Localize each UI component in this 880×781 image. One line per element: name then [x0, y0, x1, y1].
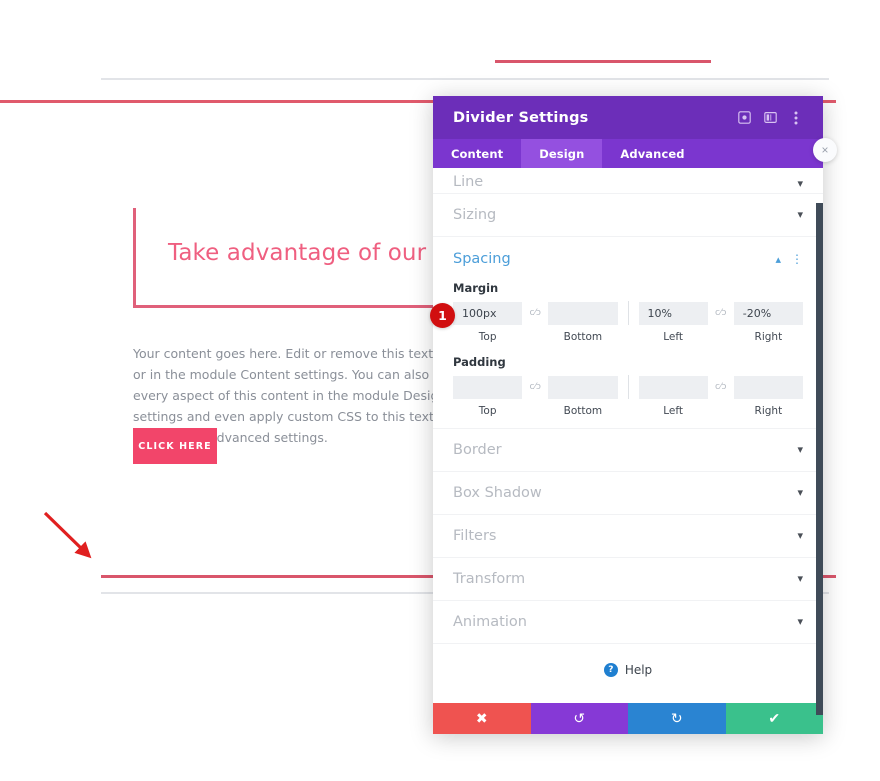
help-icon: ?: [603, 663, 618, 677]
section-spacing-header[interactable]: Spacing ▴ ⋮: [433, 237, 823, 281]
padding-divider: [627, 375, 629, 399]
margin-inputs: c⁄ɔ c⁄ɔ: [453, 301, 803, 325]
help-label: Help: [624, 663, 653, 677]
section-spacing: Spacing ▴ ⋮ Margin c⁄ɔ: [433, 237, 823, 429]
save-button[interactable]: ✔: [725, 703, 823, 734]
margin-bottom-input[interactable]: [548, 301, 618, 325]
focus-icon[interactable]: [731, 105, 757, 131]
tab-content[interactable]: Content: [433, 139, 521, 168]
padding-labels: Top Bottom Left Right: [453, 403, 803, 417]
section-sizing-label: Sizing: [453, 207, 497, 223]
section-box-shadow[interactable]: Box Shadow ▾: [433, 472, 823, 515]
margin-top-input[interactable]: [453, 301, 523, 325]
margin-left-input[interactable]: [638, 301, 708, 325]
annotation-arrow-icon: [43, 511, 92, 559]
section-box-shadow-label: Box Shadow: [453, 485, 542, 501]
section-animation-label: Animation: [453, 614, 527, 630]
section-filters-label: Filters: [453, 528, 497, 544]
margin-link-vertical-icon[interactable]: c⁄ɔ: [522, 308, 548, 318]
margin-right-label: Right: [754, 331, 783, 343]
margin-right-input[interactable]: [733, 301, 803, 325]
tab-design[interactable]: Design: [521, 139, 603, 168]
margin-bottom-label: Bottom: [563, 331, 603, 343]
modal-footer: ✖ ↺ ↻ ✔: [433, 703, 823, 734]
padding-link-horizontal-icon[interactable]: c⁄ɔ: [708, 382, 734, 392]
section-line[interactable]: Line ▾: [433, 168, 823, 194]
screenshot-root: Take advantage of our deal! Your content…: [0, 0, 880, 781]
padding-left-input[interactable]: [638, 375, 708, 399]
annotation-badge-1: 1: [430, 303, 455, 328]
margin-labels: Top Bottom Left Right: [453, 329, 803, 343]
help-row[interactable]: ? Help: [433, 644, 823, 677]
chevron-down-icon: ▾: [797, 486, 803, 499]
padding-label: Padding: [453, 355, 506, 369]
redo-button[interactable]: ↻: [628, 703, 726, 734]
modal-body: Line ▾ Sizing ▾ Spacing ▴ ⋮ Margin 100px…: [433, 168, 823, 703]
section-options-icon[interactable]: ⋮: [791, 252, 803, 266]
section-spacing-title: Spacing: [453, 251, 511, 267]
chevron-down-icon: ▾: [797, 572, 803, 585]
section-sizing[interactable]: Sizing ▾: [433, 194, 823, 237]
more-vertical-icon[interactable]: [783, 105, 809, 131]
padding-group: Padding c⁄ɔ c⁄ɔ Top Bottom Left Right: [433, 355, 823, 417]
divider-settings-modal: Divider Settings Content Design Advanced…: [433, 96, 823, 734]
section-line-label: Line: [453, 174, 484, 190]
padding-top-label: Top: [478, 405, 497, 417]
chevron-down-icon: ▾: [797, 178, 803, 190]
padding-inputs: c⁄ɔ c⁄ɔ: [453, 375, 803, 399]
padding-right-input[interactable]: [733, 375, 803, 399]
section-border-label: Border: [453, 442, 502, 458]
section-transform-label: Transform: [453, 571, 526, 587]
chevron-down-icon: ▾: [797, 443, 803, 456]
padding-bottom-input[interactable]: [548, 375, 618, 399]
margin-label: Margin: [453, 281, 499, 295]
padding-top-input[interactable]: [453, 375, 523, 399]
section-transform[interactable]: Transform ▾: [433, 558, 823, 601]
divider-line-top-right: [495, 60, 711, 63]
padding-left-label: Left: [663, 405, 683, 417]
section-rule-top: [101, 78, 829, 80]
padding-bottom-label: Bottom: [563, 405, 603, 417]
section-border[interactable]: Border ▾: [433, 429, 823, 472]
cancel-button[interactable]: ✖: [433, 703, 531, 734]
chevron-down-icon: ▾: [797, 615, 803, 628]
section-animation[interactable]: Animation ▾: [433, 601, 823, 644]
tab-advanced[interactable]: Advanced: [602, 139, 702, 168]
padding-right-label: Right: [754, 405, 783, 417]
chevron-down-icon: ▾: [797, 208, 803, 221]
margin-divider: [627, 301, 629, 325]
undo-button[interactable]: ↺: [530, 703, 628, 734]
chevron-down-icon: ▾: [797, 529, 803, 542]
modal-tabbar: Content Design Advanced: [433, 139, 823, 168]
margin-top-label: Top: [478, 331, 497, 343]
padding-link-vertical-icon[interactable]: c⁄ɔ: [522, 382, 548, 392]
layout-columns-icon[interactable]: [757, 105, 783, 131]
modal-title: Divider Settings: [453, 109, 589, 126]
margin-group: Margin c⁄ɔ c⁄ɔ: [433, 281, 823, 343]
modal-scrollbar[interactable]: [816, 203, 823, 715]
margin-link-horizontal-icon[interactable]: c⁄ɔ: [708, 308, 734, 318]
modal-header: Divider Settings: [433, 96, 823, 139]
close-icon[interactable]: ×: [813, 138, 837, 162]
margin-left-label: Left: [663, 331, 683, 343]
chevron-up-icon[interactable]: ▴: [775, 253, 781, 266]
section-filters[interactable]: Filters ▾: [433, 515, 823, 558]
click-here-button[interactable]: CLICK HERE: [133, 428, 217, 464]
